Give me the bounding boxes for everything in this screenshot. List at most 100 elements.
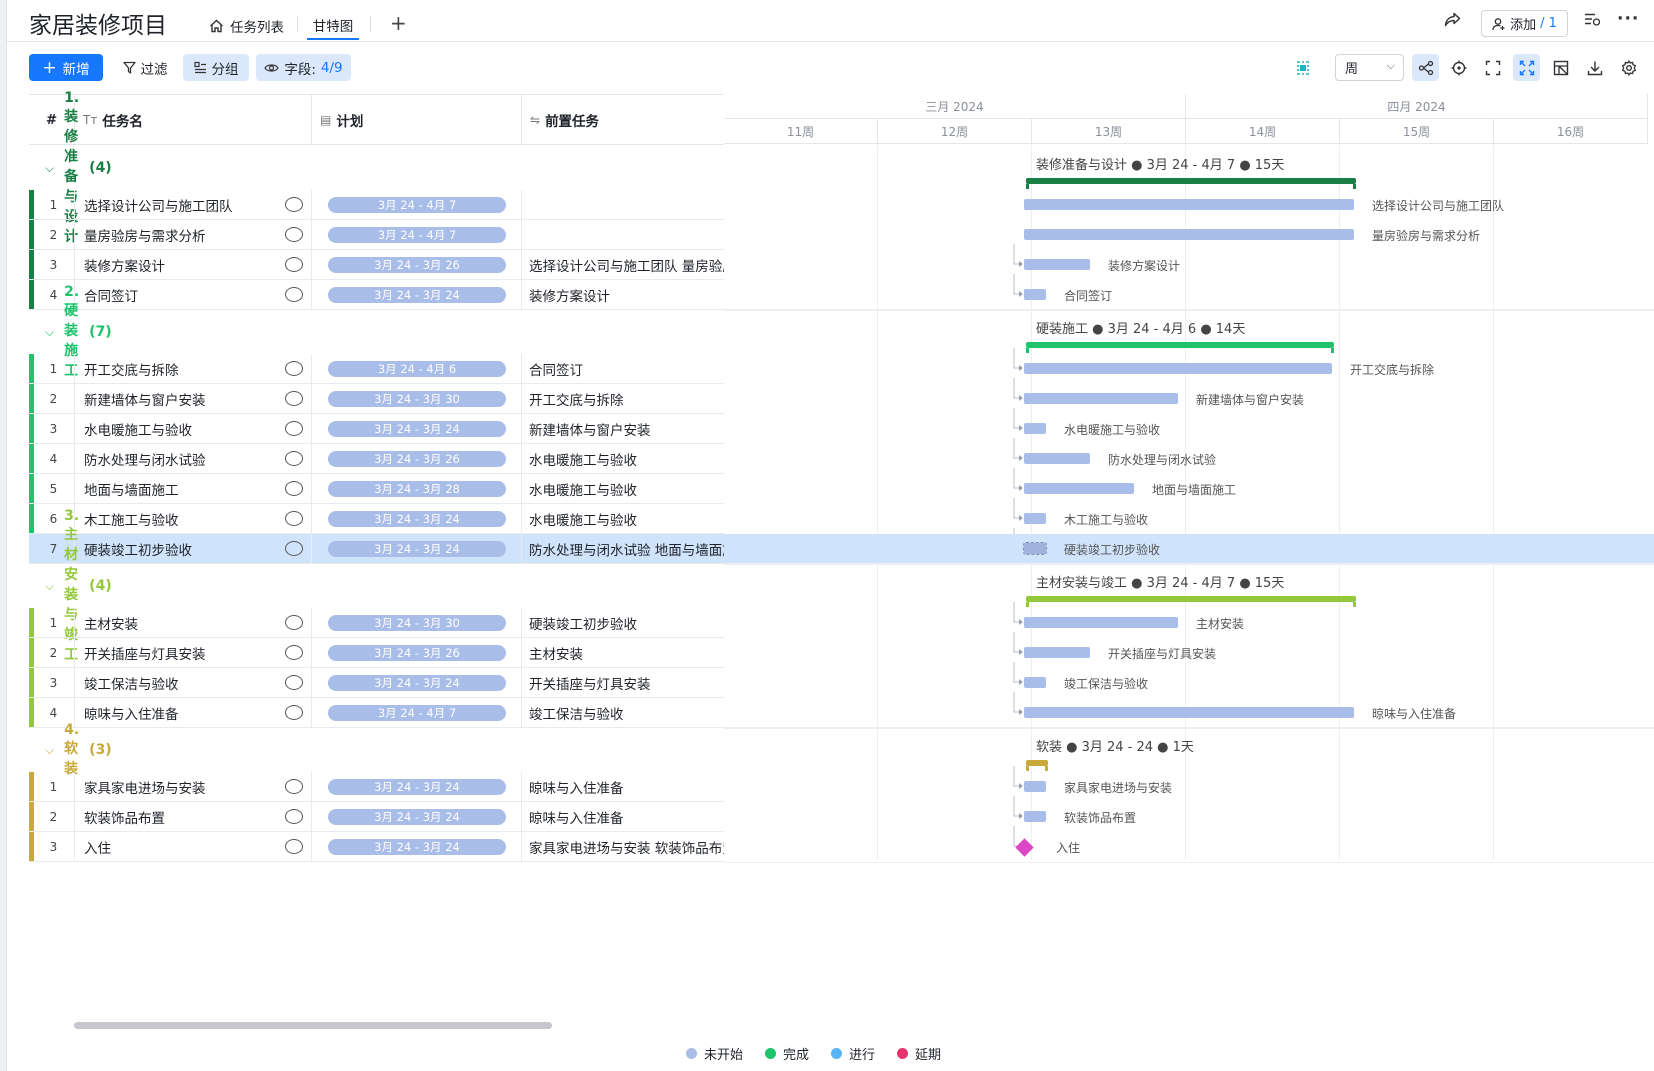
group-header[interactable]: ⌵ 3. 主材安装与竣工 (4) — [29, 508, 112, 663]
plan-date-pill[interactable]: 3月 24 - 3月 30 — [328, 615, 506, 631]
chevron-down-icon[interactable]: ⌵ — [45, 161, 54, 176]
task-bar[interactable] — [1024, 781, 1046, 792]
filter-button[interactable]: 过滤 — [115, 54, 175, 81]
task-name-cell[interactable]: 量房验房与需求分析 — [75, 220, 312, 250]
plan-cell[interactable]: 3月 24 - 4月 7 — [312, 698, 522, 728]
comment-icon[interactable] — [285, 451, 303, 466]
task-bar[interactable] — [1024, 289, 1046, 300]
chevron-down-icon[interactable]: ⌵ — [45, 743, 54, 758]
period-select[interactable]: 周 ⌵ — [1335, 54, 1404, 81]
predecessor-cell[interactable] — [522, 190, 724, 220]
task-bar[interactable] — [1023, 542, 1047, 555]
plan-date-pill[interactable]: 3月 24 - 3月 28 — [328, 481, 506, 497]
plan-cell[interactable]: 3月 24 - 4月 7 — [312, 220, 522, 250]
chevron-down-icon[interactable]: ⌵ — [45, 579, 54, 594]
comment-icon[interactable] — [285, 675, 303, 690]
task-bar[interactable] — [1024, 677, 1046, 688]
task-name-cell[interactable]: 入住 — [75, 832, 312, 862]
group-summary-bar[interactable] — [1026, 178, 1356, 189]
group-button[interactable]: 分组 — [183, 54, 249, 81]
add-member-button[interactable]: 添加 / 1 — [1481, 10, 1568, 37]
task-name-cell[interactable]: 晾味与入住准备 — [75, 698, 312, 728]
task-name-cell[interactable]: 新建墙体与窗户安装 — [75, 384, 312, 414]
group-header[interactable]: ⌵ 4. 软装 (3) — [29, 722, 112, 777]
comment-icon[interactable] — [285, 645, 303, 660]
plan-cell[interactable]: 3月 24 - 3月 30 — [312, 608, 522, 638]
task-name-cell[interactable]: 装修方案设计 — [75, 250, 312, 280]
group-header[interactable]: ⌵ 1. 装修准备与设计 (4) — [29, 90, 112, 245]
plan-cell[interactable]: 3月 24 - 3月 28 — [312, 474, 522, 504]
plan-date-pill[interactable]: 3月 24 - 3月 26 — [328, 645, 506, 661]
table-row[interactable]: 7硬装竣工初步验收3月 24 - 3月 24防水处理与闭水试验 地面与墙面施工 … — [29, 534, 1654, 564]
predecessor-cell[interactable]: 合同签订 — [522, 354, 724, 384]
plan-cell[interactable]: 3月 24 - 3月 26 — [312, 250, 522, 280]
predecessor-cell[interactable]: 装修方案设计 — [522, 280, 724, 310]
critical-path-icon[interactable] — [1289, 54, 1316, 81]
plan-cell[interactable]: 3月 24 - 3月 24 — [312, 280, 522, 310]
task-bar[interactable] — [1024, 453, 1090, 464]
comment-icon[interactable] — [285, 257, 303, 272]
fields-button[interactable]: 字段: 4/9 — [256, 54, 351, 81]
predecessor-cell[interactable]: 防水处理与闭水试验 地面与墙面施工 木工施工与验收 — [522, 534, 724, 564]
plan-cell[interactable]: 3月 24 - 3月 24 — [312, 504, 522, 534]
plan-date-pill[interactable]: 3月 24 - 3月 24 — [328, 675, 506, 691]
table-row[interactable]: 4 合同签订 3月 24 - 3月 24 装修方案设计 — [29, 280, 724, 310]
comment-icon[interactable] — [285, 541, 303, 556]
tab-gantt[interactable]: 甘特图 — [307, 12, 359, 40]
locate-today-icon[interactable] — [1445, 54, 1472, 81]
table-row[interactable]: 4 晾味与入住准备 3月 24 - 4月 7 竣工保洁与验收 — [29, 698, 724, 728]
group-header[interactable]: ⌵ 2. 硬装施工 (7) — [29, 284, 112, 379]
comment-icon[interactable] — [285, 779, 303, 794]
table-row[interactable]: 3 入住 3月 24 - 3月 24 家具家电进场与安装 软装饰品布置 — [29, 832, 724, 862]
task-bar[interactable] — [1024, 423, 1046, 434]
table-row[interactable]: 2 软装饰品布置 3月 24 - 3月 24 晾味与入住准备 — [29, 802, 724, 832]
task-bar[interactable] — [1024, 513, 1046, 524]
dependency-toggle-icon[interactable] — [1412, 54, 1439, 81]
task-bar[interactable] — [1024, 229, 1354, 240]
predecessor-cell[interactable]: 开关插座与灯具安装 — [522, 668, 724, 698]
comment-icon[interactable] — [285, 705, 303, 720]
tab-task-list[interactable]: 任务列表 — [209, 12, 284, 40]
plan-date-pill[interactable]: 3月 24 - 3月 24 — [328, 541, 506, 557]
predecessor-cell[interactable]: 新建墙体与窗户安装 — [522, 414, 724, 444]
table-row[interactable]: 3 装修方案设计 3月 24 - 3月 26 选择设计公司与施工团队 量房验房与需求分… — [29, 250, 724, 280]
table-row[interactable]: 5 地面与墙面施工 3月 24 - 3月 28 水电暖施工与验收 — [29, 474, 724, 504]
plan-cell[interactable]: 3月 24 - 3月 26 — [312, 444, 522, 474]
plan-cell[interactable]: 3月 24 - 3月 30 — [312, 384, 522, 414]
plan-cell[interactable]: 3月 24 - 3月 24 — [312, 802, 522, 832]
comment-icon[interactable] — [285, 511, 303, 526]
task-bar[interactable] — [1024, 707, 1354, 718]
predecessor-cell[interactable]: 硬装竣工初步验收 — [522, 608, 724, 638]
plan-date-pill[interactable]: 3月 24 - 4月 6 — [328, 361, 506, 377]
comment-icon[interactable] — [285, 287, 303, 302]
task-name-cell[interactable]: 硬装竣工初步验收 — [75, 534, 312, 564]
comment-icon[interactable] — [285, 197, 303, 212]
comment-icon[interactable] — [285, 361, 303, 376]
predecessor-cell[interactable]: 晾味与入住准备 — [522, 802, 724, 832]
predecessor-cell[interactable]: 开工交底与拆除 — [522, 384, 724, 414]
task-name-cell[interactable]: 选择设计公司与施工团队 — [75, 190, 312, 220]
task-name-cell[interactable]: 开工交底与拆除 — [75, 354, 312, 384]
plan-date-pill[interactable]: 3月 24 - 3月 24 — [328, 779, 506, 795]
task-name-cell[interactable]: 合同签订 — [75, 280, 312, 310]
baseline-icon[interactable] — [1547, 54, 1574, 81]
plan-cell[interactable]: 3月 24 - 4月 6 — [312, 354, 522, 384]
column-header-plan[interactable]: ▤ 计划 — [312, 95, 522, 144]
column-header-name[interactable]: Tт 任务名 — [75, 95, 312, 144]
task-bar[interactable] — [1024, 199, 1354, 210]
task-bar[interactable] — [1024, 647, 1090, 658]
task-bar[interactable] — [1024, 811, 1046, 822]
group-summary-bar[interactable] — [1026, 596, 1356, 607]
plan-cell[interactable]: 3月 24 - 3月 24 — [312, 414, 522, 444]
table-row[interactable]: 3 水电暖施工与验收 3月 24 - 3月 24 新建墙体与窗户安装 — [29, 414, 724, 444]
table-row[interactable]: 1 主材安装 3月 24 - 3月 30 硬装竣工初步验收 — [29, 608, 724, 638]
task-name-cell[interactable]: 竣工保洁与验收 — [75, 668, 312, 698]
group-summary-bar[interactable] — [1026, 342, 1334, 353]
predecessor-cell[interactable]: 水电暖施工与验收 — [522, 504, 724, 534]
task-name-cell[interactable]: 家具家电进场与安装 — [75, 772, 312, 802]
plan-date-pill[interactable]: 3月 24 - 4月 7 — [328, 705, 506, 721]
table-row[interactable]: 1 开工交底与拆除 3月 24 - 4月 6 合同签订 — [29, 354, 724, 384]
plan-cell[interactable]: 3月 24 - 3月 26 — [312, 638, 522, 668]
add-tab-icon[interactable]: + — [390, 11, 407, 35]
predecessor-cell[interactable]: 水电暖施工与验收 — [522, 474, 724, 504]
